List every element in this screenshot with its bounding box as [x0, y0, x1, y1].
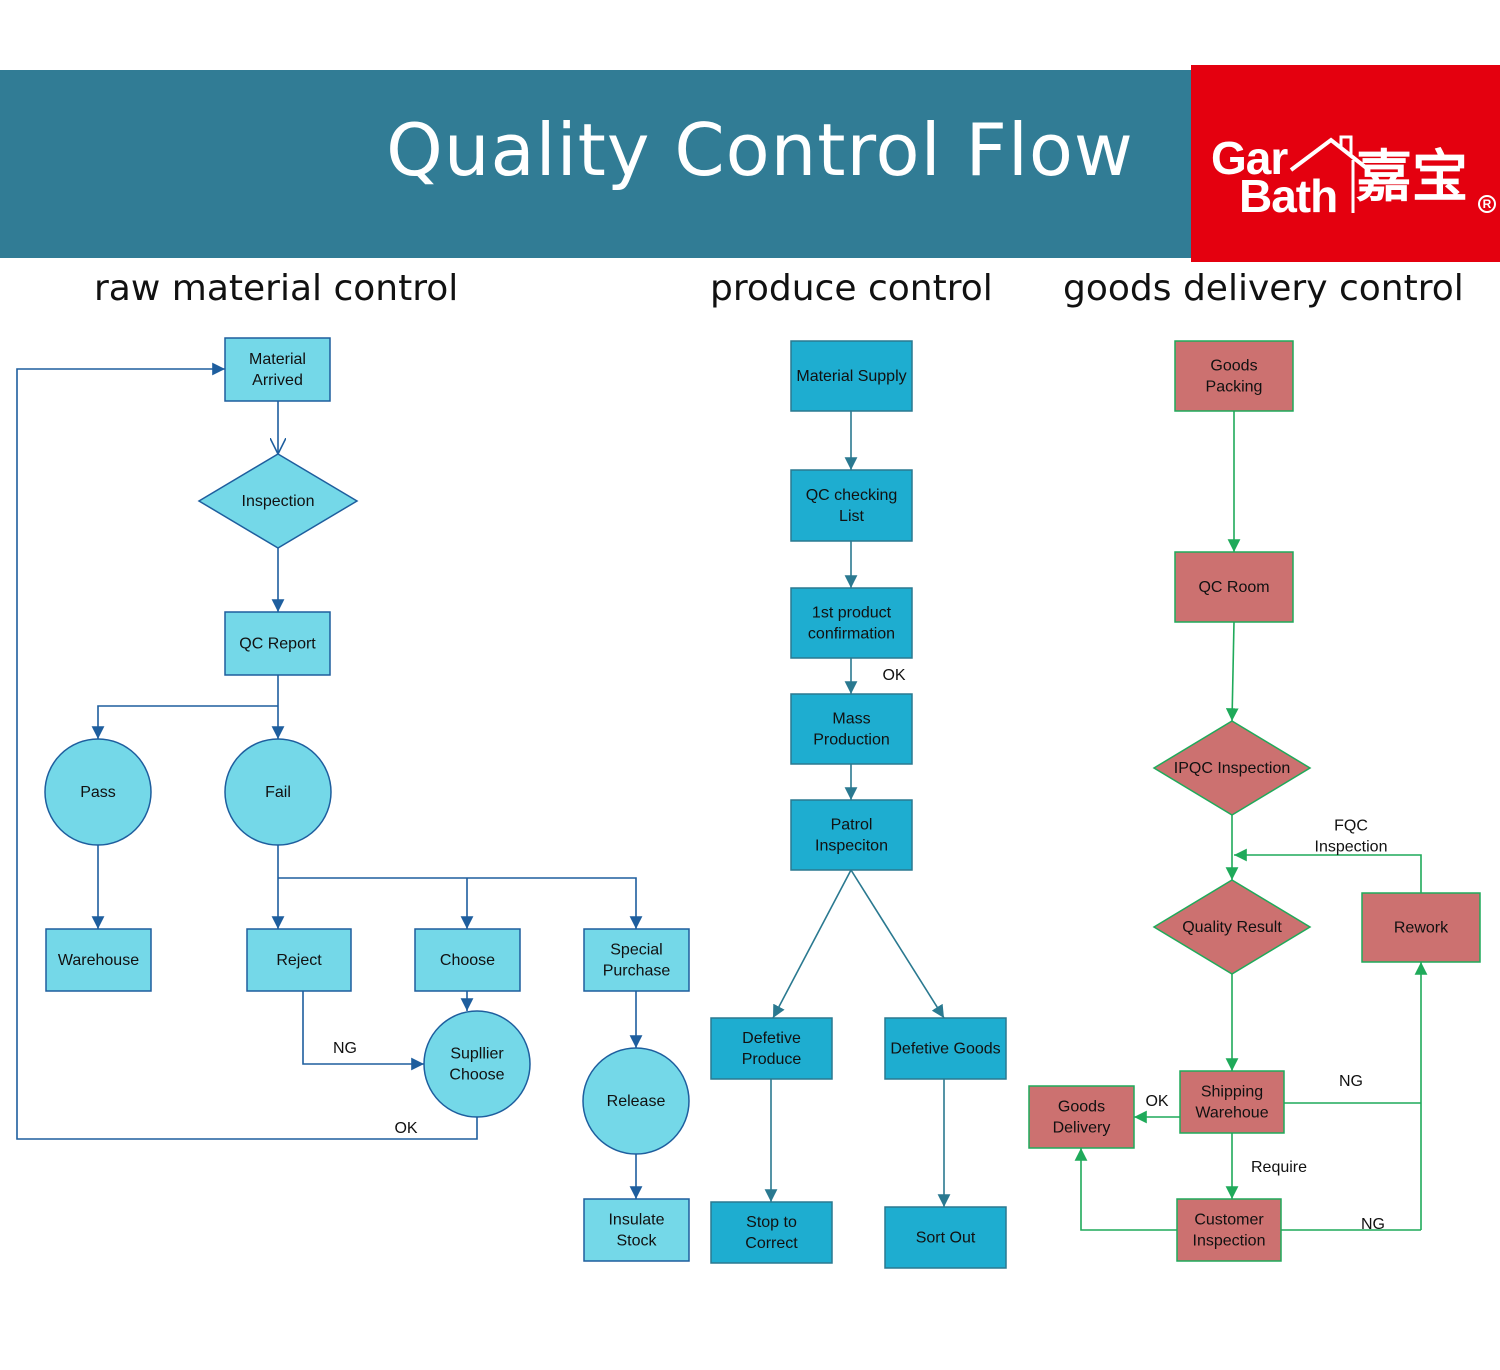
node-special-purchase: Special Purchase [583, 928, 690, 992]
connector-arrow [1225, 621, 1239, 722]
node-mass-production: Mass Production [790, 693, 913, 765]
node-sort-out: Sort Out [884, 1206, 1007, 1269]
node-reject: Reject [246, 928, 352, 992]
edge-label-ok: OK [1145, 1093, 1168, 1110]
node-customer-inspection: Customer Inspection [1176, 1198, 1282, 1262]
node-label: Quality Result [1182, 919, 1282, 936]
node-box [224, 337, 331, 402]
flowchart: Material Arrived Inspection QC Report Pass Fa… [16, 337, 1481, 1269]
node-box [583, 1198, 690, 1262]
edge-label-require: Require [1251, 1159, 1307, 1176]
node-qc-checking-list: QC checking List [790, 469, 913, 542]
node-goods-packing: Goods Packing [1174, 340, 1294, 412]
edge-label-ng: NG [333, 1040, 357, 1057]
node-box [790, 799, 913, 871]
node-defective-goods: Defetive Goods [884, 1017, 1007, 1080]
node-material-supply: Material Supply [790, 340, 913, 412]
node-release: Release [582, 1047, 690, 1155]
node-defective-produce: Defetive Produce [710, 1017, 833, 1080]
node-pass: Pass [44, 738, 152, 846]
node-box [790, 587, 913, 659]
edge-label-ok: OK [882, 667, 905, 684]
connector-arrow [278, 877, 643, 929]
node-label: Defetive Goods [890, 1041, 1000, 1058]
node-circle [423, 1010, 531, 1118]
node-inspection: Inspection [197, 453, 359, 549]
node-box [790, 693, 913, 765]
node-label: QC Room [1198, 579, 1269, 596]
node-choose: Choose [414, 928, 521, 992]
node-label: Pass [80, 784, 116, 801]
node-qc-room: QC Room [1174, 551, 1294, 623]
node-label: Release [607, 1093, 666, 1110]
node-supplier-choose: Supllier Choose [423, 1010, 531, 1118]
edge-label-ng1: NG [1339, 1073, 1363, 1090]
node-label: Inspection [242, 493, 315, 510]
node-qc-report: QC Report [224, 611, 331, 676]
node-label: Rework [1394, 920, 1449, 937]
node-label: Fail [265, 784, 291, 801]
node-box [710, 1017, 833, 1080]
node-label: Sort Out [916, 1230, 976, 1247]
node-box [583, 928, 690, 992]
node-first-product: 1st product confirmation [790, 587, 913, 659]
node-insulate-stock: Insulate Stock [583, 1198, 690, 1262]
connector-arrow [1234, 848, 1422, 893]
edge-label-fqc: FQC Inspection [1315, 818, 1388, 856]
edge-label-ng2: NG [1361, 1216, 1385, 1233]
connector-arrow [850, 869, 945, 1019]
node-box [1176, 1198, 1282, 1262]
connector-arrow [91, 705, 278, 739]
node-ipqc-inspection: IPQC Inspection [1152, 720, 1312, 816]
connector-arrow [772, 869, 852, 1019]
node-label: Warehouse [58, 952, 139, 969]
node-label: Choose [440, 952, 495, 969]
node-label: Reject [276, 952, 322, 969]
node-goods-delivery: Goods Delivery [1028, 1085, 1135, 1149]
node-stop-to-correct: Stop to Correct [710, 1201, 833, 1264]
connector-arrow [1074, 1148, 1177, 1231]
node-patrol-inspection: Patrol Inspeciton [790, 799, 913, 871]
node-label: Material Supply [796, 368, 906, 385]
node-box [790, 469, 913, 542]
node-box [1174, 340, 1294, 412]
node-fail: Fail [224, 738, 332, 846]
node-box [1179, 1070, 1285, 1134]
node-rework: Rework [1361, 892, 1481, 963]
node-material-arrived: Material Arrived [224, 337, 331, 402]
node-box [1028, 1085, 1135, 1149]
node-box [710, 1201, 833, 1264]
edge-label-ok: OK [394, 1120, 417, 1137]
node-warehouse: Warehouse [45, 928, 152, 992]
node-label: IPQC Inspection [1174, 760, 1291, 777]
connector-arrow [302, 991, 424, 1071]
node-shipping-warehouse: Shipping Warehoue [1179, 1070, 1285, 1134]
node-quality-result: Quality Result [1152, 879, 1312, 975]
node-label: QC Report [239, 636, 316, 653]
